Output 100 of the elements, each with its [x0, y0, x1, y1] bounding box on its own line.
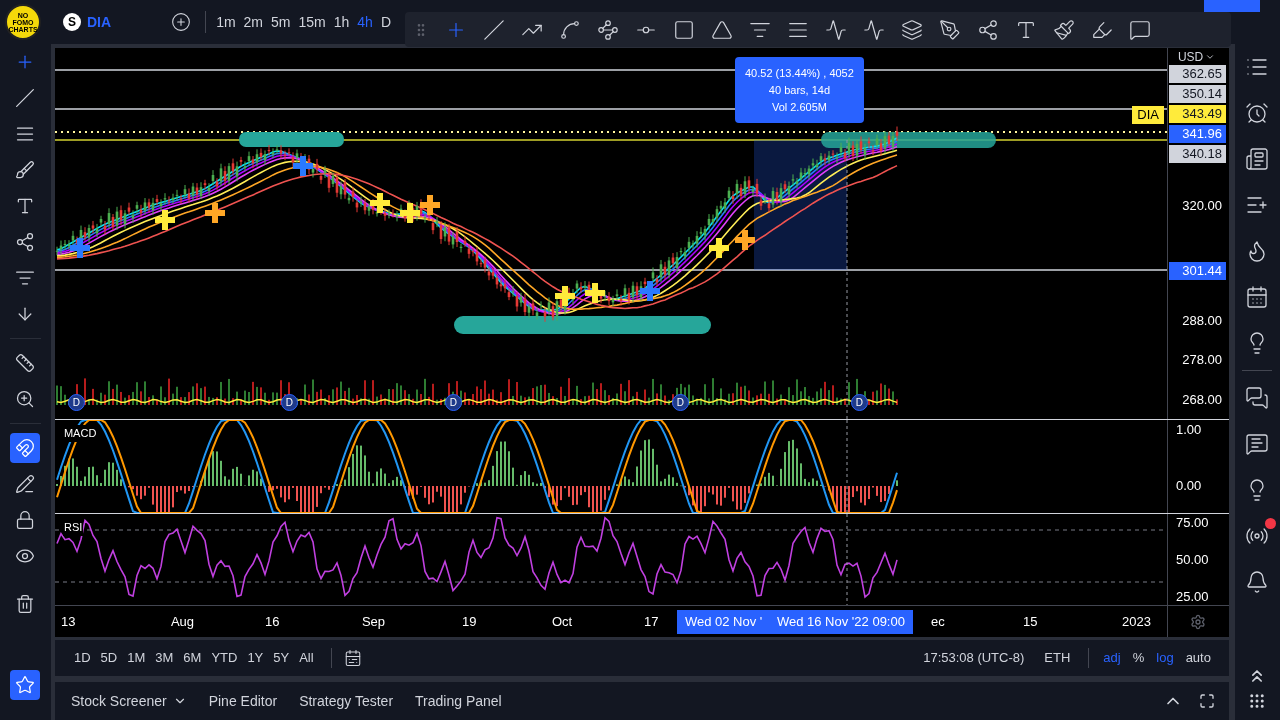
range-button[interactable]: 1Y: [242, 648, 269, 668]
scale-toggle[interactable]: log: [1150, 648, 1180, 668]
axis-label: 0.00: [1175, 478, 1202, 494]
message-icon: [1245, 432, 1270, 456]
session-button[interactable]: ETH: [1044, 648, 1071, 668]
range-button[interactable]: All: [294, 648, 319, 668]
calendar-icon: [1245, 285, 1270, 309]
caret-icon: [1205, 52, 1216, 62]
magnet-icon: [15, 438, 36, 458]
plus-marker: [584, 283, 605, 303]
horizontal-line[interactable]: [54, 69, 1167, 71]
dividend-marker[interactable]: D: [280, 394, 298, 411]
price-label: 278.00: [1181, 351, 1223, 369]
chats-icon: [1245, 386, 1270, 410]
plus-marker: [734, 230, 755, 250]
time-label: Aug: [170, 613, 195, 631]
bell-icon: [1245, 570, 1270, 594]
pane-title: MACD: [62, 425, 98, 442]
time-label: Oct: [551, 613, 573, 631]
plus-marker: [554, 286, 575, 306]
line-tool-icon: [15, 88, 36, 108]
star-tool[interactable]: [10, 670, 41, 700]
plus-marker: [69, 238, 90, 258]
tooltip-line: 40 bars, 14d: [768, 83, 830, 97]
newspaper-icon: [1245, 147, 1270, 171]
timeframe-tab[interactable]: 1m: [212, 11, 240, 33]
bottom-panel-tab[interactable]: Stock Screener: [62, 690, 195, 712]
plus-marker: [154, 210, 175, 230]
crosshair-time-label: Wed 16 Nov '22 09:00: [768, 610, 913, 634]
price-label: 268.00: [1181, 391, 1223, 409]
currency-selector[interactable]: USD: [1177, 50, 1216, 64]
crosshair-time-label: Wed 02 Nov ': [676, 610, 771, 634]
triangle-icon: [711, 18, 733, 41]
curve-icon: [559, 18, 581, 41]
price-tag: 343.49: [1168, 105, 1226, 123]
dividend-marker[interactable]: D: [67, 394, 85, 411]
price-tag: 350.14: [1168, 85, 1226, 103]
timeframe-tab[interactable]: D: [376, 11, 395, 33]
range-button[interactable]: 6M: [178, 648, 207, 668]
tooltip-line: Vol 2.605M: [771, 100, 827, 114]
symbol-search[interactable]: S DIA: [63, 11, 112, 33]
alarm-clock-icon: [1245, 101, 1270, 125]
plus-marker: [399, 203, 420, 223]
trash-icon: [15, 594, 36, 614]
axis-label: 1.00: [1175, 422, 1202, 438]
measure-area[interactable]: [753, 140, 847, 270]
brush-icon: [15, 160, 36, 180]
plus-marker: [292, 156, 313, 176]
range-button[interactable]: 1M: [122, 648, 151, 668]
price-tag: 301.44: [1168, 262, 1226, 280]
nodes-icon: [15, 232, 36, 252]
grid-dots-icon[interactable]: [1248, 692, 1267, 710]
dividend-marker[interactable]: D: [850, 394, 868, 411]
star-icon: [15, 675, 36, 695]
dividend-marker[interactable]: D: [671, 394, 689, 411]
plus-marker: [419, 195, 440, 215]
scale-toggle[interactable]: %: [1126, 648, 1151, 668]
price-label: 320.00: [1181, 197, 1223, 215]
range-button[interactable]: 5Y: [268, 648, 295, 668]
range-button[interactable]: YTD: [206, 648, 243, 668]
fullscreen-icon[interactable]: [1198, 693, 1215, 709]
timeframe-tab[interactable]: 2m: [239, 11, 268, 33]
scale-toggle[interactable]: adj: [1097, 648, 1127, 668]
time-label: 15: [1022, 613, 1038, 631]
price-axis[interactable]: USD 362.65 350.14 343.49 341.96 340.18 320.00 301.44 288.00 278.00 268.00: [1166, 48, 1229, 419]
range-button[interactable]: 5D: [95, 648, 123, 668]
range-button[interactable]: 1D: [68, 648, 96, 668]
scale-toggle[interactable]: auto: [1179, 648, 1217, 668]
plus-marker: [369, 193, 390, 213]
highlight-zone[interactable]: [238, 132, 344, 147]
price-label: 288.00: [1181, 312, 1223, 330]
date-range-icon[interactable]: [343, 649, 362, 667]
nodes-icon: [977, 18, 999, 41]
add-symbol-button[interactable]: [171, 12, 192, 32]
line-tool-icon: [483, 18, 505, 41]
highlight-zone[interactable]: [453, 316, 711, 334]
tooltip-line: 40.52 (13.44%) , 4052: [745, 66, 854, 80]
timeframe-tab[interactable]: 15m: [294, 11, 330, 33]
time-label: ec: [930, 613, 945, 631]
rectangle-icon: [673, 18, 695, 41]
plus-marker: [639, 281, 660, 301]
bottom-panel-tab[interactable]: Trading Panel: [407, 690, 510, 712]
bottom-panel-tab[interactable]: Strategy Tester: [291, 690, 402, 712]
clock[interactable]: 17:53:08 (UTC-8): [923, 648, 1025, 668]
price-tag: 362.65: [1168, 65, 1226, 83]
timeframe-tab[interactable]: 4h: [353, 11, 377, 33]
magnet-tool[interactable]: [10, 433, 41, 463]
lock-icon: [15, 510, 36, 530]
path-icon: [597, 18, 619, 41]
settings-icon[interactable]: [1190, 613, 1207, 630]
dividend-marker[interactable]: D: [444, 394, 462, 411]
brush-icon: [1053, 18, 1075, 41]
axis-label: 25.00: [1175, 589, 1209, 605]
bottom-panel-tab[interactable]: Pine Editor: [200, 690, 286, 712]
timeframe-tab[interactable]: 5m: [267, 11, 295, 33]
time-label: 16: [264, 613, 280, 631]
timeframe-tab[interactable]: 1h: [329, 11, 354, 33]
time-label: Sep: [361, 613, 386, 631]
time-label: 17: [643, 613, 659, 631]
range-button[interactable]: 3M: [150, 648, 179, 668]
